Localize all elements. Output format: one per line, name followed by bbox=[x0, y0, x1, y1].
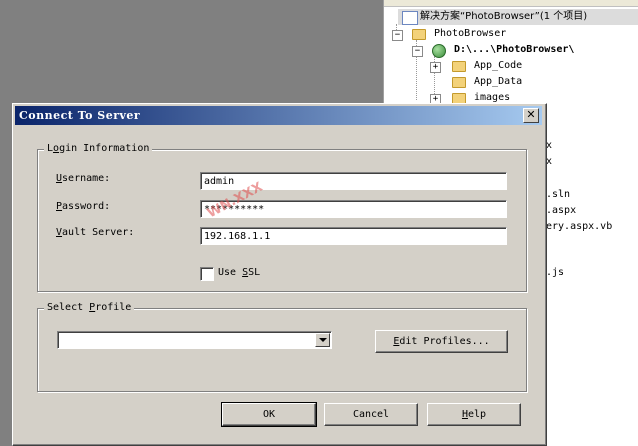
tree-item-partial[interactable]: .aspx bbox=[546, 203, 576, 219]
tree-item-partial[interactable]: ery.aspx.vb bbox=[546, 219, 612, 235]
edit-profiles-button[interactable]: Edit Profiles... bbox=[375, 330, 508, 353]
dialog-titlebar[interactable]: Connect To Server ✕ bbox=[15, 106, 542, 125]
folder-label: App_Code bbox=[474, 60, 523, 71]
password-label: Password: bbox=[56, 201, 111, 212]
vault-server-label: Vault Server: bbox=[56, 227, 135, 238]
chevron-down-icon[interactable] bbox=[315, 333, 330, 347]
login-information-legend: Login Information bbox=[44, 143, 153, 155]
connect-to-server-dialog: Connect To Server ✕ Login Information Us… bbox=[12, 103, 547, 446]
login-information-group: Login Information bbox=[37, 143, 527, 292]
use-ssl-checkbox[interactable] bbox=[200, 267, 214, 281]
folder-label: App_Data bbox=[474, 76, 523, 87]
collapse-toggle-site[interactable]: − bbox=[412, 46, 423, 57]
folder-icon bbox=[452, 61, 466, 72]
close-icon: ✕ bbox=[526, 108, 536, 121]
select-profile-legend: Select Profile bbox=[44, 302, 135, 314]
tree-item-partial[interactable]: .js bbox=[546, 265, 564, 281]
vault-server-field[interactable]: 192.168.1.1 bbox=[200, 227, 507, 245]
dialog-title: Connect To Server bbox=[19, 109, 141, 122]
collapse-toggle-project[interactable]: − bbox=[392, 30, 403, 41]
folder-icon bbox=[412, 29, 426, 40]
username-label: Username: bbox=[56, 173, 111, 184]
site-path-label: D:\...\PhotoBrowser\ bbox=[454, 44, 575, 55]
explorer-toolbar bbox=[384, 0, 638, 7]
solution-icon bbox=[402, 11, 418, 25]
project-label: PhotoBrowser bbox=[434, 28, 507, 39]
web-site-icon bbox=[432, 44, 446, 58]
ok-button[interactable]: OK bbox=[221, 402, 317, 427]
expand-toggle-app-code[interactable]: + bbox=[430, 62, 441, 73]
tree-item-partial[interactable]: .sln bbox=[546, 187, 570, 203]
tree-item-solution[interactable]: 解决方案“PhotoBrowser”(1 个项目) bbox=[398, 9, 638, 25]
profile-dropdown[interactable] bbox=[57, 331, 332, 349]
solution-label: 解决方案“PhotoBrowser”(1 个项目) bbox=[420, 11, 588, 22]
use-ssl-label[interactable]: Use SSL bbox=[218, 266, 260, 280]
folder-icon bbox=[452, 77, 466, 88]
cancel-button[interactable]: Cancel bbox=[324, 403, 418, 426]
help-button[interactable]: Help bbox=[427, 403, 521, 426]
close-button[interactable]: ✕ bbox=[523, 108, 539, 123]
